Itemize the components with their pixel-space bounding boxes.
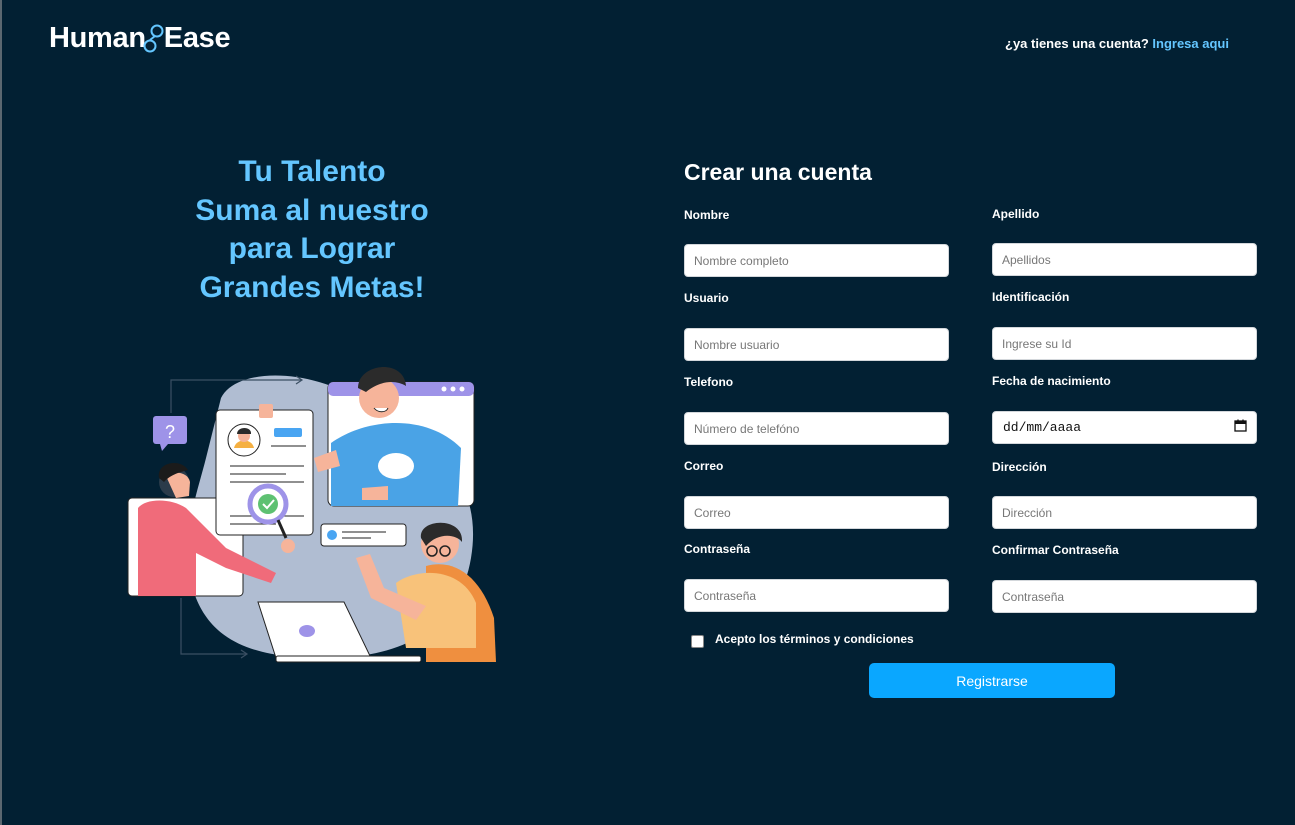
logo-link-icon [143,24,166,54]
recruitment-illustration: ? [127,367,496,663]
direccion-label: Dirección [992,460,1047,474]
fecha-nacimiento-input[interactable]: dd/mm/aaaa [992,411,1257,444]
confirmar-label: Confirmar Contraseña [992,543,1119,557]
telefono-label: Telefono [684,375,734,389]
fecha-placeholder: dd/mm/aaaa [1003,420,1082,435]
identificacion-input[interactable] [992,327,1257,360]
question-mark: ? [165,422,175,442]
identificacion-label: Identificación [992,290,1070,304]
login-prompt: ¿ya tienes una cuenta? Ingresa aqui [1005,36,1229,51]
hero-line: para Lograr [228,232,396,265]
correo-input[interactable] [684,496,949,529]
terms-label: Acepto los términos y condiciones [715,632,914,646]
direccion-input[interactable] [992,496,1257,529]
apellido-label: Apellido [992,207,1040,221]
hero-line: Suma al nuestro [195,193,429,227]
usuario-input[interactable] [684,328,949,361]
correo-label: Correo [684,459,724,473]
login-prompt-text: ¿ya tienes una cuenta? [1005,36,1149,51]
hero-heading: Tu Talento Suma al nuestro para Lograr G… [162,153,462,307]
usuario-label: Usuario [684,291,729,305]
contrasena-label: Contraseña [684,542,751,556]
brand-name-left: Human [49,22,146,54]
apellido-input[interactable] [992,243,1257,276]
terms-checkbox[interactable] [691,635,704,648]
nombre-input[interactable] [684,244,949,277]
hero-line: Tu Talento [238,155,386,188]
calendar-icon[interactable] [1234,419,1247,436]
fecha-label: Fecha de nacimiento [992,374,1111,388]
telefono-input[interactable] [684,412,949,445]
brand-logo[interactable]: Human Ease [49,22,231,55]
brand-name-right: Ease [163,22,231,54]
form-title: Crear una cuenta [684,159,872,185]
nombre-label: Nombre [684,208,730,222]
register-button[interactable]: Registrarse [869,663,1115,698]
login-link[interactable]: Ingresa aqui [1152,36,1229,51]
contrasena-input[interactable] [684,579,949,612]
confirmar-input[interactable] [992,580,1257,613]
hero-line: Grandes Metas! [199,270,425,304]
